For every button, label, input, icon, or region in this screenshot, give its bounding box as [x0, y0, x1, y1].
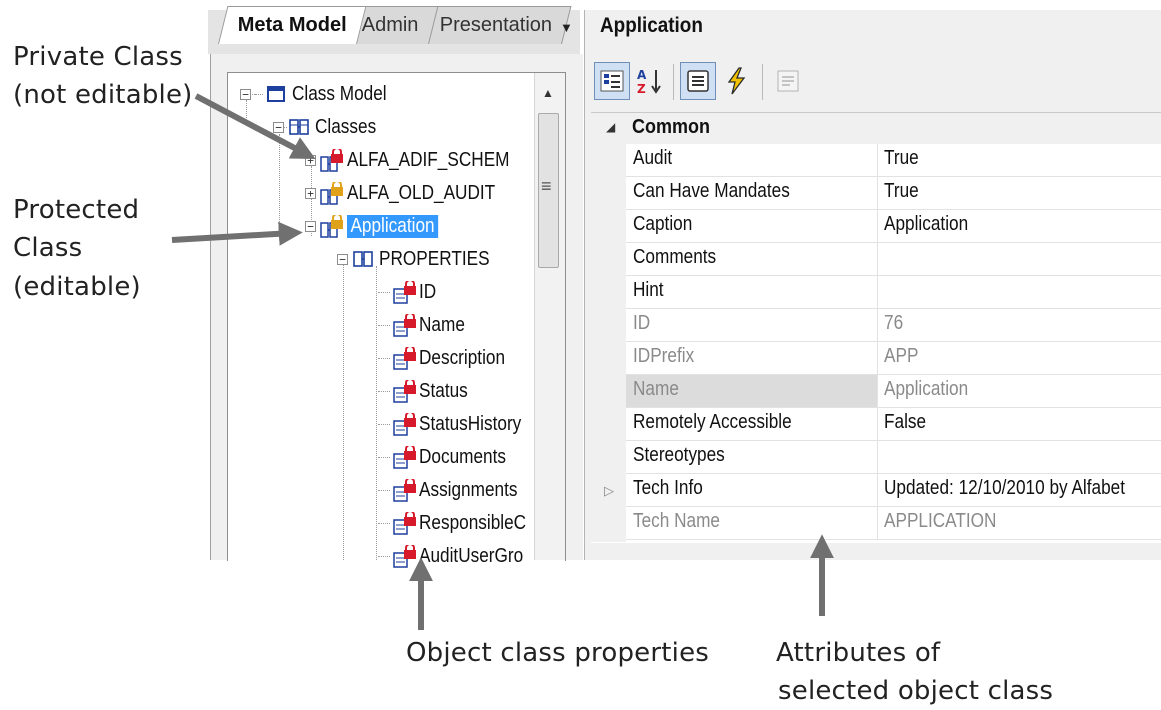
arrow-protected-class — [171, 221, 303, 246]
annotation-arrows — [171, 93, 834, 630]
tab-meta-model[interactable]: Meta Model — [218, 6, 367, 44]
arrow-private-class — [194, 93, 316, 160]
